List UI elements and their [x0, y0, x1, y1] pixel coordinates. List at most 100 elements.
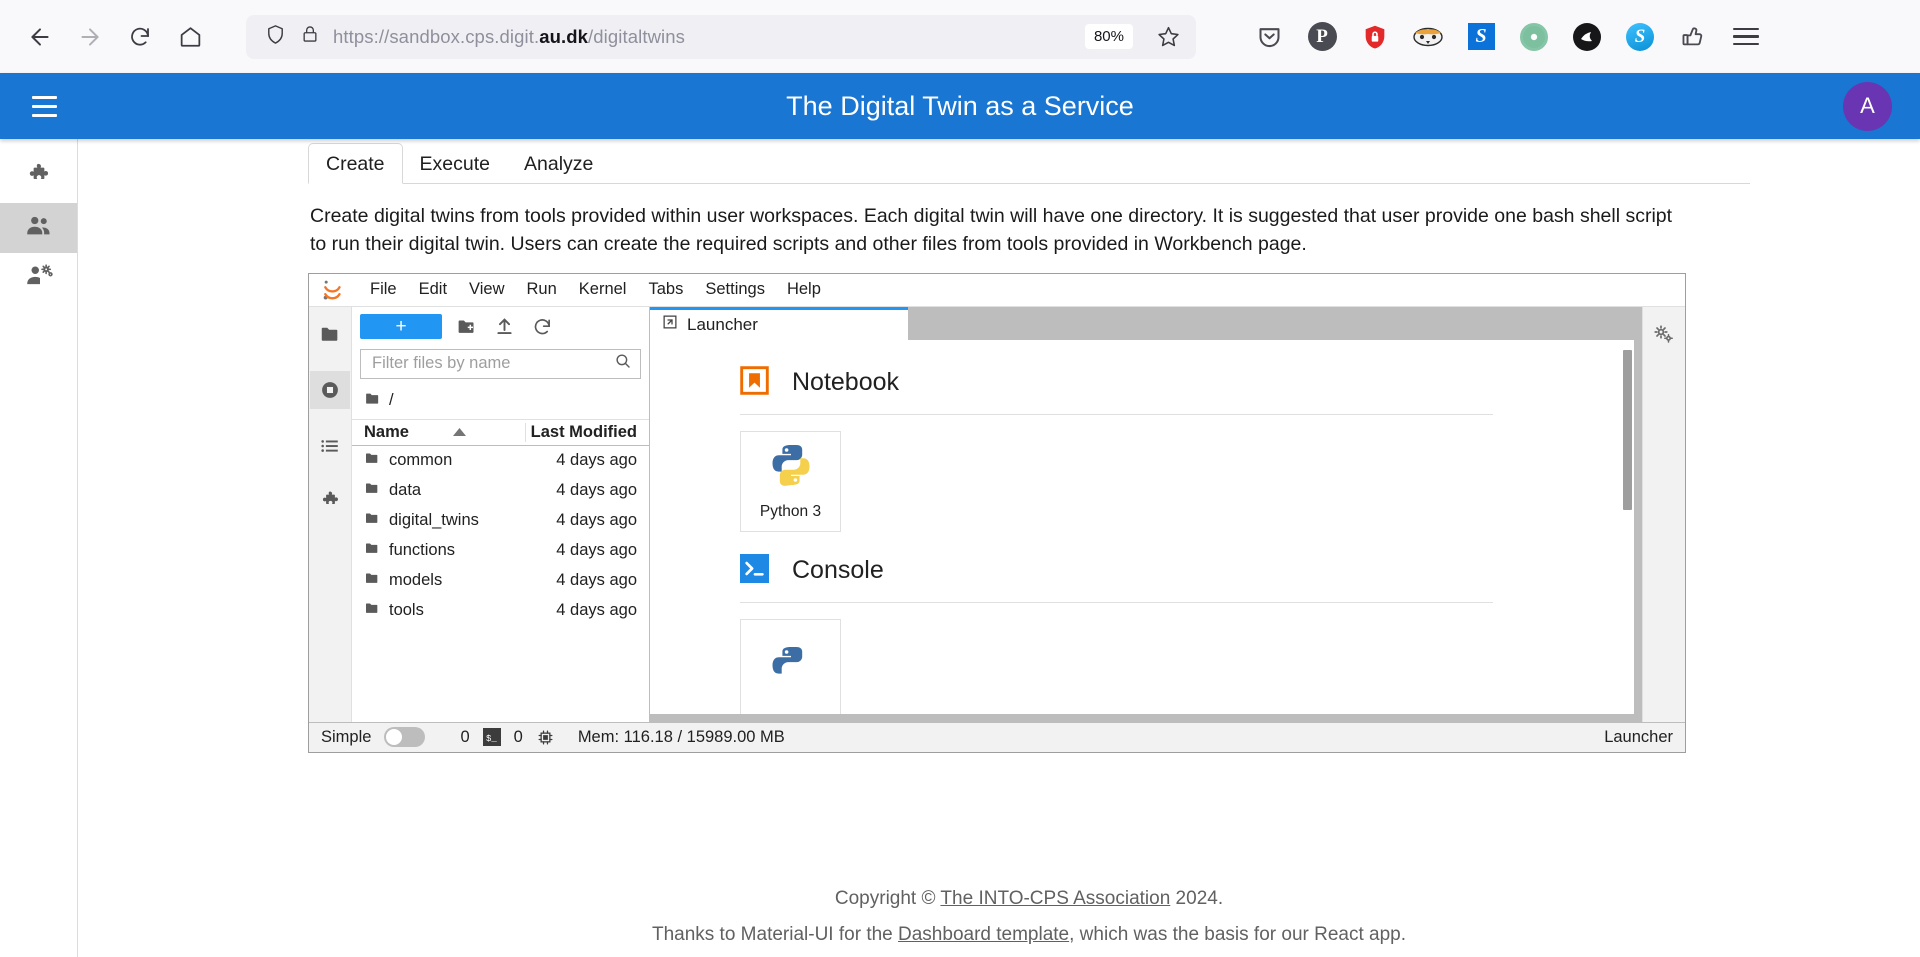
content-column: Create Execute Analyze Create digital tw…	[78, 139, 1920, 957]
skype-glyph: S	[1626, 22, 1654, 51]
jupyter-right-rail	[1642, 306, 1685, 722]
terminal-icon[interactable]: $_	[482, 728, 501, 747]
table-row[interactable]: digital_twins 4 days ago	[352, 506, 649, 536]
avatar[interactable]: A	[1843, 81, 1892, 131]
file-name-cell: data	[352, 480, 525, 501]
file-name-cell: common	[352, 450, 525, 471]
pocket-icon[interactable]	[1252, 20, 1286, 54]
browser-app-menu-icon[interactable]	[1729, 20, 1763, 54]
folder-icon	[364, 600, 380, 621]
file-name-label: common	[389, 451, 453, 470]
table-row[interactable]: models 4 days ago	[352, 566, 649, 596]
bookmark-star-icon[interactable]	[1150, 19, 1186, 55]
jupyter-menu-tabs[interactable]: Tabs	[637, 277, 694, 302]
launcher-card-python3[interactable]: Python 3	[740, 430, 841, 532]
file-filter-box[interactable]	[360, 348, 641, 379]
tab-create[interactable]: Create	[308, 142, 403, 184]
thanks-suffix: , which was the basis for our React app.	[1069, 924, 1407, 946]
reload-button[interactable]	[118, 15, 162, 59]
status-bar-left: Simple 0 $_ 0 Mem: 116.18 / 15989.00 MB	[321, 727, 785, 748]
column-header-name[interactable]: Name	[352, 423, 525, 442]
python-logo-icon	[767, 441, 815, 494]
launcher-section-console: Console	[740, 553, 1634, 714]
property-inspector-gear-icon[interactable]	[1644, 315, 1684, 353]
sidebar-item-manage[interactable]	[0, 253, 77, 303]
table-of-contents-rail-icon[interactable]	[310, 427, 350, 465]
file-list-header: Name Last Modified	[352, 418, 649, 446]
simple-mode-label: Simple	[321, 727, 372, 746]
folder-icon	[364, 390, 381, 412]
table-row[interactable]: tools 4 days ago	[352, 596, 649, 626]
breadcrumb[interactable]: /	[352, 387, 649, 419]
jupyter-menu-kernel[interactable]: Kernel	[568, 277, 638, 302]
forward-button[interactable]	[68, 15, 112, 59]
tab-bar: Create Execute Analyze	[308, 142, 1750, 184]
url-bar[interactable]: https://sandbox.cps.digit.au.dk/digitalt…	[246, 14, 1196, 59]
into-cps-link[interactable]: The INTO-CPS Association	[940, 888, 1170, 909]
tab-analyze[interactable]: Analyze	[507, 144, 610, 183]
jupyter-menu-help[interactable]: Help	[776, 277, 832, 302]
badger-extension-icon[interactable]	[1411, 20, 1445, 54]
kernel-cpu-icon[interactable]	[536, 728, 555, 747]
content-inner: Create Execute Analyze Create digital tw…	[78, 139, 1920, 953]
thanks-prefix: Thanks to Material-UI for the	[651, 924, 899, 946]
s-blue-glyph: S	[1467, 23, 1495, 50]
copyright-prefix: Copyright ©	[834, 887, 941, 909]
launcher-scrollbar[interactable]	[1623, 349, 1632, 510]
url-text[interactable]: https://sandbox.cps.digit.au.dk/digitalt…	[333, 26, 1072, 48]
terminal-count[interactable]: 0	[514, 728, 523, 747]
notebook-bookmark-icon	[740, 366, 769, 400]
simple-mode-toggle[interactable]	[384, 727, 426, 748]
table-row[interactable]: data 4 days ago	[352, 476, 649, 506]
kernel-count[interactable]: 0	[460, 728, 469, 747]
skype-extension-icon[interactable]: S	[1623, 20, 1657, 54]
table-row[interactable]: functions 4 days ago	[352, 536, 649, 566]
dashboard-template-link[interactable]: Dashboard template	[898, 924, 1069, 945]
refresh-file-list-icon[interactable]	[528, 314, 556, 340]
green-circle-extension-icon[interactable]	[1517, 20, 1551, 54]
lock-icon[interactable]	[300, 23, 320, 50]
tracking-shield-icon[interactable]	[264, 23, 287, 51]
sidebar-item-workbench[interactable]	[0, 153, 77, 203]
folder-icon	[364, 450, 380, 471]
jupyter-menu-file[interactable]: File	[359, 277, 408, 302]
file-filter-input[interactable]	[372, 354, 614, 374]
new-folder-icon[interactable]	[452, 314, 480, 340]
tab-execute[interactable]: Execute	[403, 144, 507, 183]
table-row[interactable]: common 4 days ago	[352, 446, 649, 476]
browser-toolbar: https://sandbox.cps.digit.au.dk/digitalt…	[0, 0, 1920, 73]
black-circle-glyph	[1573, 22, 1601, 51]
column-header-last-modified[interactable]: Last Modified	[525, 422, 649, 442]
extension-manager-rail-icon[interactable]	[310, 483, 350, 521]
p-extension-icon[interactable]: P	[1305, 20, 1339, 54]
svg-text:$_: $_	[486, 734, 497, 744]
jupyter-menu-run[interactable]: Run	[516, 277, 568, 302]
app-sidebar	[0, 139, 78, 957]
launcher-section-header: Console	[740, 553, 1634, 602]
page-footer: Copyright © The INTO-CPS Association 202…	[308, 753, 1750, 953]
zoom-level-badge[interactable]: 80%	[1084, 24, 1133, 49]
dock-tab-label: Launcher	[687, 314, 758, 334]
home-button[interactable]	[168, 15, 212, 59]
thanks-line: Thanks to Material-UI for the Dashboard …	[308, 917, 1750, 953]
sidebar-item-digital-twins[interactable]	[0, 203, 77, 253]
page-title: The Digital Twin as a Service	[786, 90, 1134, 121]
drawer-menu-icon[interactable]	[22, 84, 66, 128]
file-browser-rail-icon[interactable]	[310, 315, 350, 353]
shield-lock-extension-icon[interactable]	[1358, 20, 1392, 54]
jupyter-menu-view[interactable]: View	[458, 277, 515, 302]
s-blue-extension-icon[interactable]: S	[1464, 20, 1498, 54]
file-name-cell: digital_twins	[352, 510, 525, 531]
running-terminals-rail-icon[interactable]	[310, 370, 350, 409]
back-button[interactable]	[18, 15, 62, 59]
new-launcher-button[interactable]: +	[360, 314, 442, 340]
launcher-card-console-python3[interactable]	[740, 618, 841, 714]
black-circle-extension-icon[interactable]	[1570, 20, 1604, 54]
jupyter-main: + Filter files by name / Name Last Modif…	[309, 306, 1685, 722]
thumb-extension-icon[interactable]	[1676, 20, 1710, 54]
folder-icon	[364, 540, 380, 561]
dock-tab-launcher[interactable]: Launcher	[650, 306, 908, 340]
upload-files-icon[interactable]	[490, 314, 518, 340]
jupyter-menu-settings[interactable]: Settings	[694, 277, 776, 302]
jupyter-menu-edit[interactable]: Edit	[408, 277, 458, 302]
